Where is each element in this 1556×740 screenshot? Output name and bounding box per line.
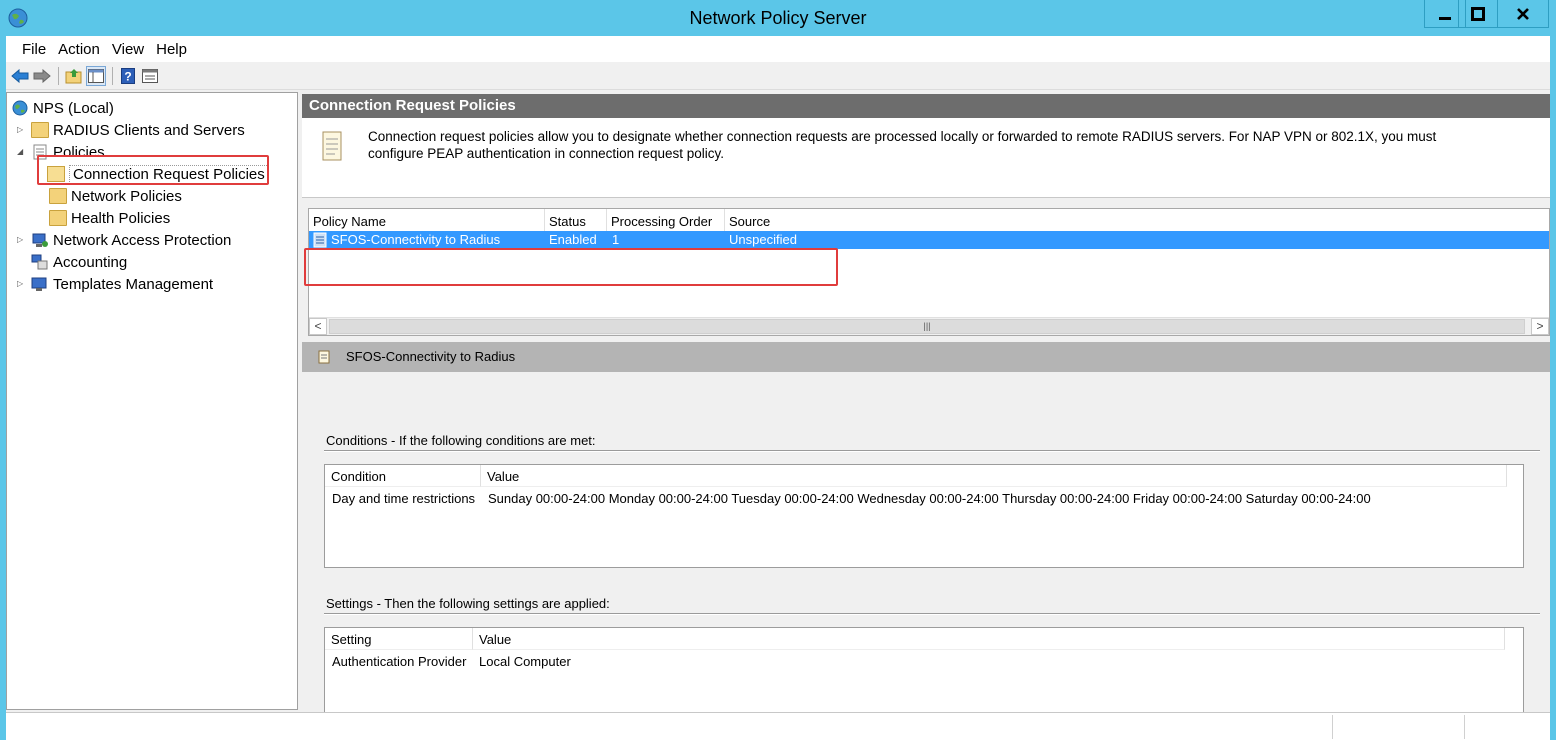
column-header-setting[interactable]: Setting	[325, 628, 473, 650]
nps-globe-icon	[12, 100, 28, 116]
client-area: File Action View Help ? NPS (Local) ▷ RA…	[6, 36, 1550, 740]
toolbar-separator	[58, 67, 59, 85]
expand-arrow-icon[interactable]: ▷	[17, 125, 27, 135]
cell-processing-order: 1	[612, 232, 620, 247]
svg-text:?: ?	[124, 70, 131, 84]
tree-item-radius-clients[interactable]: ▷ RADIUS Clients and Servers	[17, 119, 245, 141]
tree-label: Templates Management	[53, 275, 214, 293]
tree-label: NPS (Local)	[33, 99, 114, 117]
column-header-policy-name[interactable]: Policy Name	[309, 209, 545, 231]
menu-help[interactable]: Help	[150, 36, 193, 62]
back-icon	[11, 69, 29, 83]
tree-item-nap[interactable]: ▷ Network Access Protection	[17, 229, 231, 251]
network-access-protection-icon	[32, 233, 48, 247]
help-button[interactable]: ?	[118, 66, 138, 86]
menu-view[interactable]: View	[106, 36, 150, 62]
tree-label: RADIUS Clients and Servers	[53, 121, 245, 139]
cell-value: Local Computer	[479, 654, 571, 669]
cell-value: Sunday 00:00-24:00 Monday 00:00-24:00 Tu…	[488, 491, 1371, 506]
column-header-processing-order[interactable]: Processing Order	[607, 209, 725, 231]
collapse-arrow-icon[interactable]: ◢	[17, 147, 27, 157]
toolbar-separator	[112, 67, 113, 85]
horizontal-scrollbar[interactable]: < ||| >	[309, 317, 1549, 335]
help-icon: ?	[121, 68, 135, 84]
up-folder-button[interactable]	[64, 66, 84, 86]
up-folder-icon	[65, 69, 82, 84]
app-window: Network Policy Server File Action View H…	[0, 0, 1556, 740]
menu-action[interactable]: Action	[52, 36, 106, 62]
scroll-right-icon[interactable]: >	[1531, 318, 1549, 335]
templates-management-icon	[31, 277, 47, 291]
tree-item-templates[interactable]: ▷ Templates Management	[17, 273, 213, 295]
description-line: configure PEAP authentication in connect…	[368, 146, 724, 161]
table-row[interactable]: SFOS-Connectivity to Radius Enabled 1 Un…	[309, 231, 1549, 249]
section-divider	[324, 450, 1540, 452]
tree-label: Accounting	[53, 253, 128, 271]
tree-label: Health Policies	[71, 209, 171, 227]
column-header-source[interactable]: Source	[725, 209, 835, 231]
close-button[interactable]	[1497, 0, 1549, 28]
properties-icon	[142, 69, 158, 83]
tree-label: Network Access Protection	[53, 231, 232, 249]
column-header-status[interactable]: Status	[545, 209, 607, 231]
maximize-button[interactable]	[1458, 0, 1498, 28]
detail-title: SFOS-Connectivity to Radius	[302, 342, 1550, 372]
cell-status: Enabled	[549, 232, 597, 247]
menu-bar: File Action View Help	[6, 36, 1550, 62]
forward-button[interactable]	[32, 66, 52, 86]
back-button[interactable]	[10, 66, 30, 86]
folder-icon	[31, 122, 49, 138]
window-title: Network Policy Server	[689, 8, 867, 28]
highlight-box-row	[304, 248, 838, 286]
expand-arrow-icon[interactable]: ▷	[17, 235, 27, 245]
maximize-icon	[1471, 6, 1485, 21]
toolbar: ?	[6, 62, 1550, 90]
accounting-icon	[31, 254, 48, 270]
policy-scroll-icon	[313, 232, 327, 248]
description-line: Connection request policies allow you to…	[368, 129, 1437, 144]
conditions-title: Conditions - If the following conditions…	[326, 433, 596, 448]
close-icon	[1517, 7, 1529, 20]
section-divider	[324, 613, 1540, 615]
tree-item-accounting[interactable]: Accounting	[31, 251, 127, 273]
description-box: Connection request policies allow you to…	[302, 118, 1550, 198]
details-pane: Connection Request Policies Connection r…	[302, 92, 1550, 731]
tree-item-health-policies[interactable]: Health Policies	[49, 207, 170, 229]
menu-file[interactable]: File	[16, 36, 52, 62]
column-header-condition[interactable]: Condition	[325, 465, 481, 487]
pane-title: Connection Request Policies	[302, 94, 1550, 118]
folder-icon	[49, 210, 67, 226]
tree-label: Network Policies	[71, 187, 182, 205]
tree-item-network-policies[interactable]: Network Policies	[49, 185, 182, 207]
cell-policy-name: SFOS-Connectivity to Radius	[331, 232, 501, 247]
forward-icon	[33, 69, 51, 83]
conditions-grid: Condition Value Day and time restriction…	[324, 464, 1524, 568]
highlight-box-tree	[37, 155, 269, 185]
description-text: Connection request policies allow you to…	[368, 128, 1528, 162]
status-divider	[1332, 715, 1333, 739]
cell-source: Unspecified	[729, 232, 797, 247]
properties-button[interactable]	[140, 66, 160, 86]
detail-title-text: SFOS-Connectivity to Radius	[346, 349, 516, 364]
settings-title: Settings - Then the following settings a…	[326, 596, 610, 611]
status-bar	[6, 712, 1550, 740]
tree-item-nps-local[interactable]: NPS (Local)	[11, 97, 114, 119]
expand-arrow-icon[interactable]: ▷	[17, 279, 27, 289]
scrollbar-thumb[interactable]: |||	[329, 319, 1525, 334]
policy-scroll-icon	[322, 131, 342, 161]
minimize-icon	[1439, 16, 1451, 20]
cell-condition: Day and time restrictions	[332, 491, 476, 506]
folder-icon	[49, 188, 67, 204]
console-tree: NPS (Local) ▷ RADIUS Clients and Servers…	[6, 92, 298, 710]
status-divider	[1464, 715, 1465, 739]
column-header-value[interactable]: Value	[473, 628, 1505, 650]
scroll-left-icon[interactable]: <	[309, 318, 327, 335]
cell-setting: Authentication Provider	[332, 654, 467, 669]
title-bar: Network Policy Server	[0, 0, 1556, 36]
policy-scroll-icon	[318, 350, 330, 364]
show-hide-tree-button[interactable]	[86, 66, 106, 86]
show-hide-tree-icon	[88, 69, 104, 83]
column-header-value[interactable]: Value	[481, 465, 1507, 487]
